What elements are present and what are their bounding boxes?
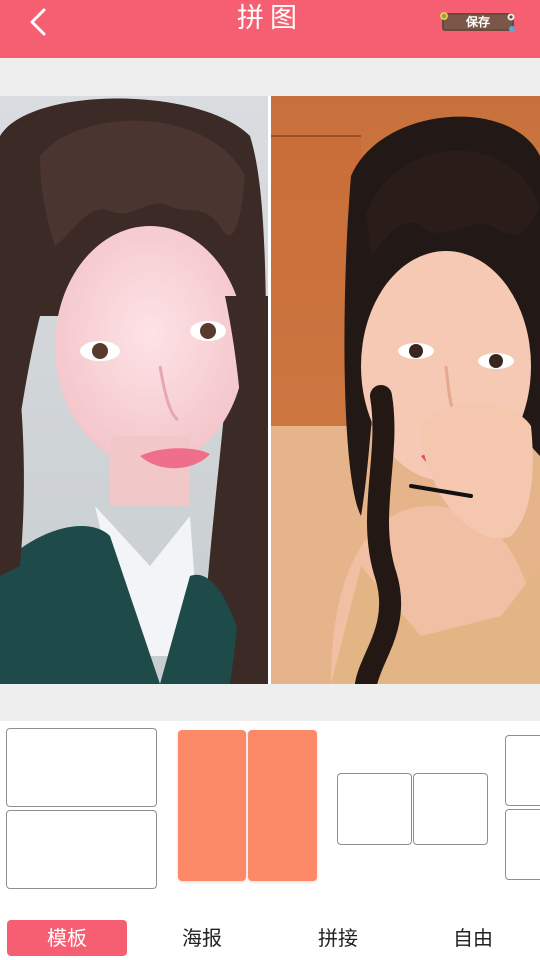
template-cell	[6, 810, 157, 889]
tab-poster[interactable]: 海报	[142, 920, 262, 956]
template-two-rows-partial[interactable]	[505, 735, 540, 881]
template-cell	[6, 728, 157, 807]
template-cell	[413, 773, 488, 845]
photo-left[interactable]	[0, 96, 268, 684]
template-two-rows[interactable]	[6, 728, 158, 890]
template-cell	[337, 773, 412, 845]
collage-top-margin	[0, 58, 540, 96]
tab-template[interactable]: 模板	[7, 920, 127, 956]
collage-bottom-margin	[0, 684, 540, 721]
template-cell	[505, 809, 540, 880]
tab-stitch[interactable]: 拼接	[278, 920, 398, 956]
template-two-columns[interactable]	[178, 730, 318, 882]
photo-right-image	[271, 96, 540, 684]
bottom-tab-bar: 模板 海报 拼接 自由	[0, 912, 540, 960]
template-two-squares[interactable]	[337, 773, 489, 847]
photo-left-image	[0, 96, 268, 684]
template-cell	[505, 735, 540, 806]
template-cell-selected	[178, 730, 246, 881]
collage-canvas	[0, 96, 540, 684]
photo-right[interactable]	[271, 96, 540, 684]
template-picker	[0, 721, 540, 901]
tab-free[interactable]: 自由	[413, 920, 533, 956]
save-label: 保存	[465, 15, 490, 29]
save-button[interactable]: 保存	[438, 9, 518, 35]
template-cell-selected	[248, 730, 317, 881]
app-header: 拼图 保存	[0, 0, 540, 58]
